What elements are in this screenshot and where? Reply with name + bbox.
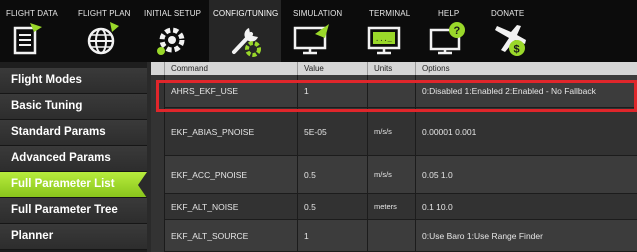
table-corner-header: [151, 62, 165, 75]
param-units-cell: [368, 220, 416, 252]
help-icon: ?: [429, 22, 467, 56]
menu-config-tuning[interactable]: CONFIG/TUNING: [209, 0, 281, 62]
flight-data-icon: [12, 22, 44, 56]
column-header-value[interactable]: Value: [298, 62, 368, 75]
param-options-cell: 0.1 10.0: [416, 194, 637, 220]
sidebar-item-flight-modes[interactable]: Flight Modes: [0, 68, 147, 94]
param-options-cell: 0.00001 0.001: [416, 108, 637, 156]
sidebar-item-basic-tuning[interactable]: Basic Tuning: [0, 94, 147, 120]
param-command-cell[interactable]: EKF_ALT_NOISE: [165, 194, 298, 220]
menu-initial-setup[interactable]: INITIAL SETUP: [142, 0, 209, 62]
sidebar-item-advanced-params[interactable]: Advanced Params: [0, 146, 147, 172]
terminal-icon: ..._: [367, 22, 403, 56]
active-indicator-notch: [138, 172, 147, 198]
row-header[interactable]: [151, 108, 165, 156]
param-command-cell[interactable]: EKF_ACC_PNOISE: [165, 156, 298, 194]
menu-config-tuning-label: CONFIG/TUNING: [213, 9, 279, 18]
sidebar-item-planner[interactable]: Planner: [0, 224, 147, 250]
menu-simulation-label: SIMULATION: [293, 9, 343, 18]
svg-text:$: $: [514, 44, 520, 56]
param-units-cell: m/s/s: [368, 108, 416, 156]
row-header[interactable]: [151, 194, 165, 220]
menu-flight-plan[interactable]: FLIGHT PLAN: [70, 0, 142, 62]
column-header-command[interactable]: Command: [165, 62, 298, 75]
param-value-cell[interactable]: 1: [298, 220, 368, 252]
sidebar-item-label: Flight Modes: [11, 74, 82, 86]
config-sidebar: Flight Modes Basic Tuning Standard Param…: [0, 62, 147, 252]
sidebar-item-full-parameter-list[interactable]: Full Parameter List: [0, 172, 147, 198]
column-header-options[interactable]: Options: [416, 62, 637, 75]
sidebar-item-label: Standard Params: [11, 126, 106, 138]
row-header[interactable]: [151, 220, 165, 252]
menu-help-label: HELP: [438, 9, 460, 18]
config-tuning-icon: [229, 22, 263, 58]
sidebar-item-standard-params[interactable]: Standard Params: [0, 120, 147, 146]
param-options-cell: 0:Use Baro 1:Use Range Finder: [416, 220, 637, 252]
highlight-box: [156, 80, 637, 112]
menu-donate[interactable]: DONATE $: [483, 0, 553, 62]
sidebar-item-label: Full Parameter List: [11, 178, 115, 190]
flight-plan-icon: [86, 22, 120, 56]
sidebar-item-full-parameter-tree[interactable]: Full Parameter Tree: [0, 198, 147, 224]
menu-terminal[interactable]: TERMINAL ..._: [353, 0, 421, 62]
menu-flight-data[interactable]: FLIGHT DATA: [0, 0, 70, 62]
param-value-cell[interactable]: 0.5: [298, 194, 368, 220]
param-command-cell[interactable]: EKF_ABIAS_PNOISE: [165, 108, 298, 156]
column-header-units[interactable]: Units: [368, 62, 416, 75]
menu-help[interactable]: HELP ?: [421, 0, 483, 62]
sidebar-item-label: Basic Tuning: [11, 100, 83, 112]
sidebar-item-label: Planner: [11, 230, 54, 242]
sidebar-item-label: Full Parameter Tree: [11, 204, 118, 216]
menu-simulation[interactable]: SIMULATION: [281, 0, 353, 62]
menu-flight-plan-label: FLIGHT PLAN: [78, 9, 131, 18]
initial-setup-icon: [156, 24, 192, 56]
param-options-cell: 0.05 1.0: [416, 156, 637, 194]
menu-donate-label: DONATE: [491, 9, 525, 18]
row-header[interactable]: [151, 156, 165, 194]
menu-initial-setup-label: INITIAL SETUP: [144, 9, 202, 18]
param-units-cell: meters: [368, 194, 416, 220]
param-value-cell[interactable]: 5E-05: [298, 108, 368, 156]
param-value-cell[interactable]: 0.5: [298, 156, 368, 194]
main-menu-bar: FLIGHT DATA FLIGHT PLAN INITIAL SETUP CO…: [0, 0, 637, 62]
param-command-cell[interactable]: EKF_ALT_SOURCE: [165, 220, 298, 252]
menu-flight-data-label: FLIGHT DATA: [6, 9, 58, 18]
svg-text:..._: ..._: [375, 36, 393, 44]
simulation-icon: [293, 22, 333, 56]
sidebar-item-label: Advanced Params: [11, 152, 111, 164]
donate-icon: $: [491, 22, 531, 58]
menu-terminal-label: TERMINAL: [369, 9, 411, 18]
svg-text:?: ?: [454, 25, 461, 37]
param-units-cell: m/s/s: [368, 156, 416, 194]
